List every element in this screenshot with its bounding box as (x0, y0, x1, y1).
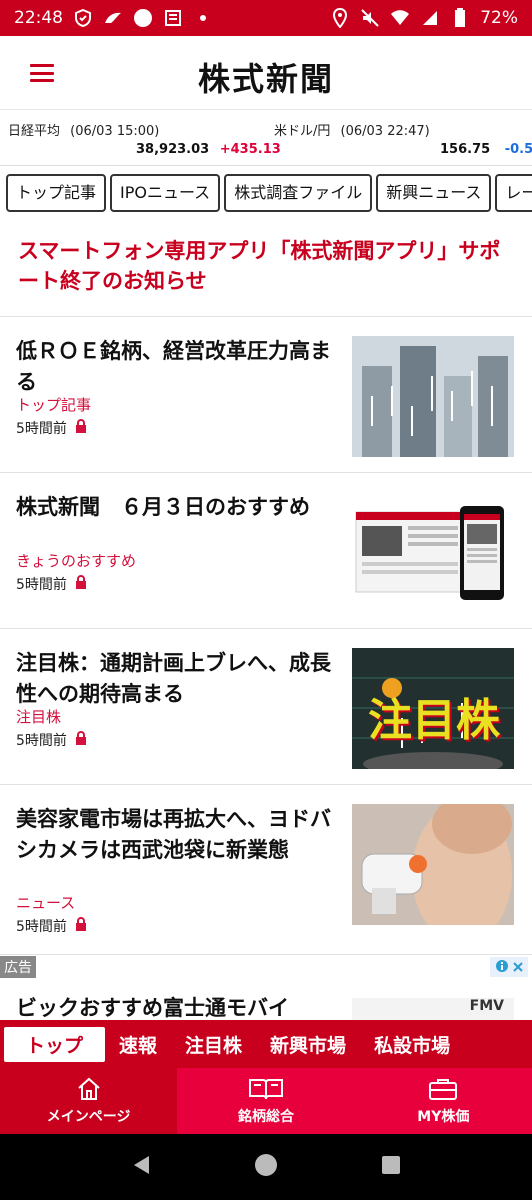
divider (0, 954, 532, 955)
status-bar: 22:48 72% (0, 0, 532, 36)
tab-top-articles[interactable]: トップ記事 (6, 174, 107, 212)
vpn-shield-icon (73, 8, 93, 28)
lock-icon (75, 419, 87, 437)
article-time: 5時間前 (16, 421, 67, 437)
article-thumbnail (352, 336, 514, 457)
ad-label: 広告 (0, 956, 36, 978)
book-icon (177, 1076, 354, 1102)
signal-icon (420, 8, 440, 28)
article-thumbnail (352, 804, 514, 925)
article-thumbnail: 注目株 (352, 648, 514, 769)
article-title[interactable]: 注目株：通期計画上ブレへ、成長性への期待高まる (16, 648, 334, 710)
ticker-date: (06/03 15:00) (70, 124, 160, 139)
ticker-date: (06/03 22:47) (340, 124, 430, 139)
article-thumbnail (352, 492, 514, 613)
lock-icon (75, 917, 87, 935)
divider (0, 784, 532, 785)
ticker-value: 156.75 (440, 142, 491, 157)
battery-icon (450, 8, 470, 28)
ticker-nikkei[interactable]: 日経平均 (06/03 15:00) 38,923.03 +435.13 (8, 120, 281, 157)
status-time: 22:48 (14, 8, 63, 28)
category-emerging[interactable]: 新興市場 (256, 1031, 360, 1058)
category-pts[interactable]: 私設市場 (360, 1031, 464, 1058)
lock-icon (75, 575, 87, 593)
ticker-usdjpy[interactable]: 米ドル/円 (06/03 22:47) 156.75 -0.57 (274, 120, 532, 157)
category-tabs: トップ記事 IPOニュース 株式調査ファイル 新興ニュース レー (0, 174, 532, 216)
bird-icon (103, 8, 123, 28)
category-bar: トップ 速報 注目株 新興市場 私設市場 (0, 1020, 532, 1068)
tab-research-file[interactable]: 株式調査ファイル (224, 174, 373, 212)
dot-icon (193, 8, 213, 28)
ticker-change: -0.57 (504, 142, 532, 157)
ticker-label: 日経平均 (8, 124, 61, 139)
article-title[interactable]: 美容家電市場は再拡大へ、ヨドバシカメラは西武池袋に新業態 (16, 804, 334, 866)
divider (0, 628, 532, 629)
article-item[interactable]: 注目株：通期計画上ブレへ、成長性への期待高まる 注目株 5時間前 注目株 (0, 630, 532, 786)
home-button-icon[interactable] (254, 1153, 278, 1181)
news-icon (163, 8, 183, 28)
battery-percent: 72% (480, 8, 518, 28)
mute-icon (360, 8, 380, 28)
divider (0, 472, 532, 473)
nav-label: メインページ (46, 1109, 131, 1125)
article-category: きょうのおすすめ (16, 552, 137, 570)
article-category: ニュース (16, 894, 76, 912)
nav-label: MY株価 (417, 1109, 470, 1125)
category-breaking[interactable]: 速報 (105, 1031, 171, 1058)
tab-ipo-news[interactable]: IPOニュース (110, 174, 221, 212)
nav-label: 銘柄総合 (237, 1109, 294, 1125)
bottom-navigation: メインページ 銘柄総合 MY株価 (0, 1068, 532, 1134)
ad-thumbnail[interactable]: FMV (352, 998, 514, 1020)
article-time: 5時間前 (16, 577, 67, 593)
ad-title[interactable]: ビックおすすめ富士通モバイ (16, 992, 289, 1022)
info-icon[interactable] (495, 958, 509, 977)
article-category: 注目株 (16, 708, 62, 726)
notice-link[interactable]: スマートフォン専用アプリ「株式新聞アプリ」サポート終了のお知らせ (18, 236, 518, 296)
back-icon[interactable] (131, 1154, 151, 1180)
nav-my-stocks[interactable]: MY株価 (354, 1068, 532, 1134)
category-featured[interactable]: 注目株 (171, 1031, 256, 1058)
article-category: トップ記事 (16, 396, 92, 414)
close-icon[interactable] (512, 958, 524, 977)
ticker-value: 38,923.03 (136, 142, 210, 157)
home-icon (0, 1076, 177, 1102)
ticker-label: 米ドル/円 (274, 124, 331, 139)
circle-icon (133, 8, 153, 28)
wifi-icon (390, 8, 410, 28)
lock-icon (75, 731, 87, 749)
market-ticker: 日経平均 (06/03 15:00) 38,923.03 +435.13 米ドル… (0, 112, 532, 166)
category-top[interactable]: トップ (4, 1026, 106, 1062)
app-header: 株式新聞 (0, 36, 532, 110)
article-time: 5時間前 (16, 733, 67, 749)
recents-icon[interactable] (381, 1155, 401, 1179)
tab-more[interactable]: レー (495, 174, 532, 212)
article-title[interactable]: 低ＲＯＥ銘柄、経営改革圧力高まる (16, 336, 334, 398)
site-logo[interactable]: 株式新聞 (0, 54, 532, 100)
article-item[interactable]: 低ＲＯＥ銘柄、経営改革圧力高まる トップ記事 5時間前 (0, 318, 532, 474)
tab-emerging-news[interactable]: 新興ニュース (376, 174, 492, 212)
ticker-change: +435.13 (219, 142, 281, 157)
location-icon (330, 8, 350, 28)
article-item[interactable]: 美容家電市場は再拡大へ、ヨドバシカメラは西武池袋に新業態 ニュース 5時間前 (0, 786, 532, 954)
divider (0, 316, 532, 317)
article-title[interactable]: 株式新聞 ６月３日のおすすめ (16, 492, 334, 523)
article-item[interactable]: 株式新聞 ６月３日のおすすめ きょうのおすすめ 5時間前 (0, 474, 532, 630)
nav-stock-overview[interactable]: 銘柄総合 (177, 1068, 355, 1134)
system-navigation (0, 1134, 532, 1200)
ad-choices-badge[interactable] (490, 957, 528, 977)
briefcase-icon (355, 1076, 532, 1102)
nav-main-page[interactable]: メインページ (0, 1068, 178, 1134)
article-time: 5時間前 (16, 919, 67, 935)
thumbnail-caption: 注目株 (368, 695, 500, 746)
